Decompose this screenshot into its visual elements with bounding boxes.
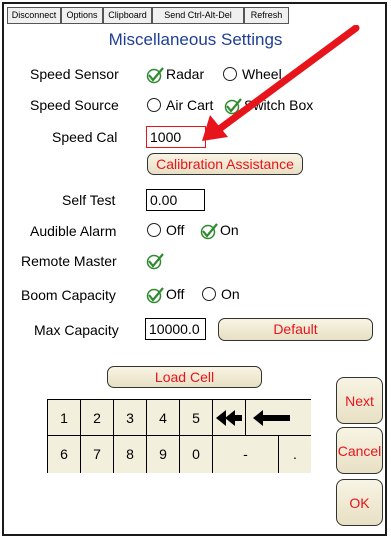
alarm-on-check-icon[interactable]: [198, 221, 220, 241]
key-dot[interactable]: .: [279, 436, 311, 473]
boom-on-radio[interactable]: [202, 287, 216, 301]
speed-sensor-label: Speed Sensor: [30, 66, 119, 82]
backspace-key[interactable]: [246, 400, 311, 436]
air-cart-radio[interactable]: [147, 98, 161, 112]
options-button[interactable]: Options: [61, 7, 103, 24]
audible-alarm-option-on[interactable]: On: [220, 222, 239, 238]
annotation-arrow-icon: [202, 25, 360, 141]
audible-alarm-label: Audible Alarm: [30, 223, 117, 239]
boom-capacity-option-on[interactable]: On: [221, 286, 240, 302]
next-button[interactable]: Next: [336, 377, 383, 424]
self-test-label: Self Test: [62, 192, 116, 208]
radar-check-icon[interactable]: [144, 65, 166, 85]
clipboard-button[interactable]: Clipboard: [103, 7, 152, 24]
send-ctrl-alt-del-button[interactable]: Send Ctrl-Alt-Del: [152, 7, 244, 24]
remote-master-check-icon[interactable]: [144, 251, 166, 271]
alarm-off-radio[interactable]: [147, 223, 161, 237]
boom-capacity-label: Boom Capacity: [21, 287, 116, 303]
calibration-assistance-button[interactable]: Calibration Assistance: [147, 153, 303, 175]
self-test-input[interactable]: 0.00: [146, 189, 205, 211]
key-5[interactable]: 5: [180, 400, 213, 436]
numeric-keypad: 1 2 3 4 5 6 7 8 9 0 - .: [47, 399, 311, 473]
key-6[interactable]: 6: [48, 436, 81, 473]
max-capacity-label: Max Capacity: [34, 322, 119, 338]
key-4[interactable]: 4: [147, 400, 180, 436]
default-button[interactable]: Default: [218, 318, 373, 341]
key-8[interactable]: 8: [114, 436, 147, 473]
cancel-button[interactable]: Cancel: [336, 427, 383, 474]
clear-all-key[interactable]: [213, 400, 246, 436]
speed-cal-label: Speed Cal: [52, 129, 118, 145]
remote-master-label: Remote Master: [21, 253, 117, 269]
left-arrow-icon: [252, 410, 290, 426]
boom-capacity-option-off[interactable]: Off: [166, 286, 184, 302]
key-minus[interactable]: -: [213, 436, 279, 473]
key-7[interactable]: 7: [81, 436, 114, 473]
load-cell-button[interactable]: Load Cell: [107, 366, 262, 388]
audible-alarm-option-off[interactable]: Off: [166, 222, 184, 238]
refresh-button[interactable]: Refresh: [244, 7, 289, 24]
boom-off-check-icon[interactable]: [144, 285, 166, 305]
disconnect-button[interactable]: Disconnect: [7, 7, 61, 24]
key-2[interactable]: 2: [81, 400, 114, 436]
key-9[interactable]: 9: [147, 436, 180, 473]
double-left-arrow-icon: [216, 410, 242, 426]
key-0[interactable]: 0: [180, 436, 213, 473]
max-capacity-input[interactable]: 10000.0: [145, 318, 206, 340]
key-3[interactable]: 3: [114, 400, 147, 436]
key-1[interactable]: 1: [48, 400, 81, 436]
ok-button[interactable]: OK: [336, 479, 383, 526]
speed-source-label: Speed Source: [30, 97, 119, 113]
